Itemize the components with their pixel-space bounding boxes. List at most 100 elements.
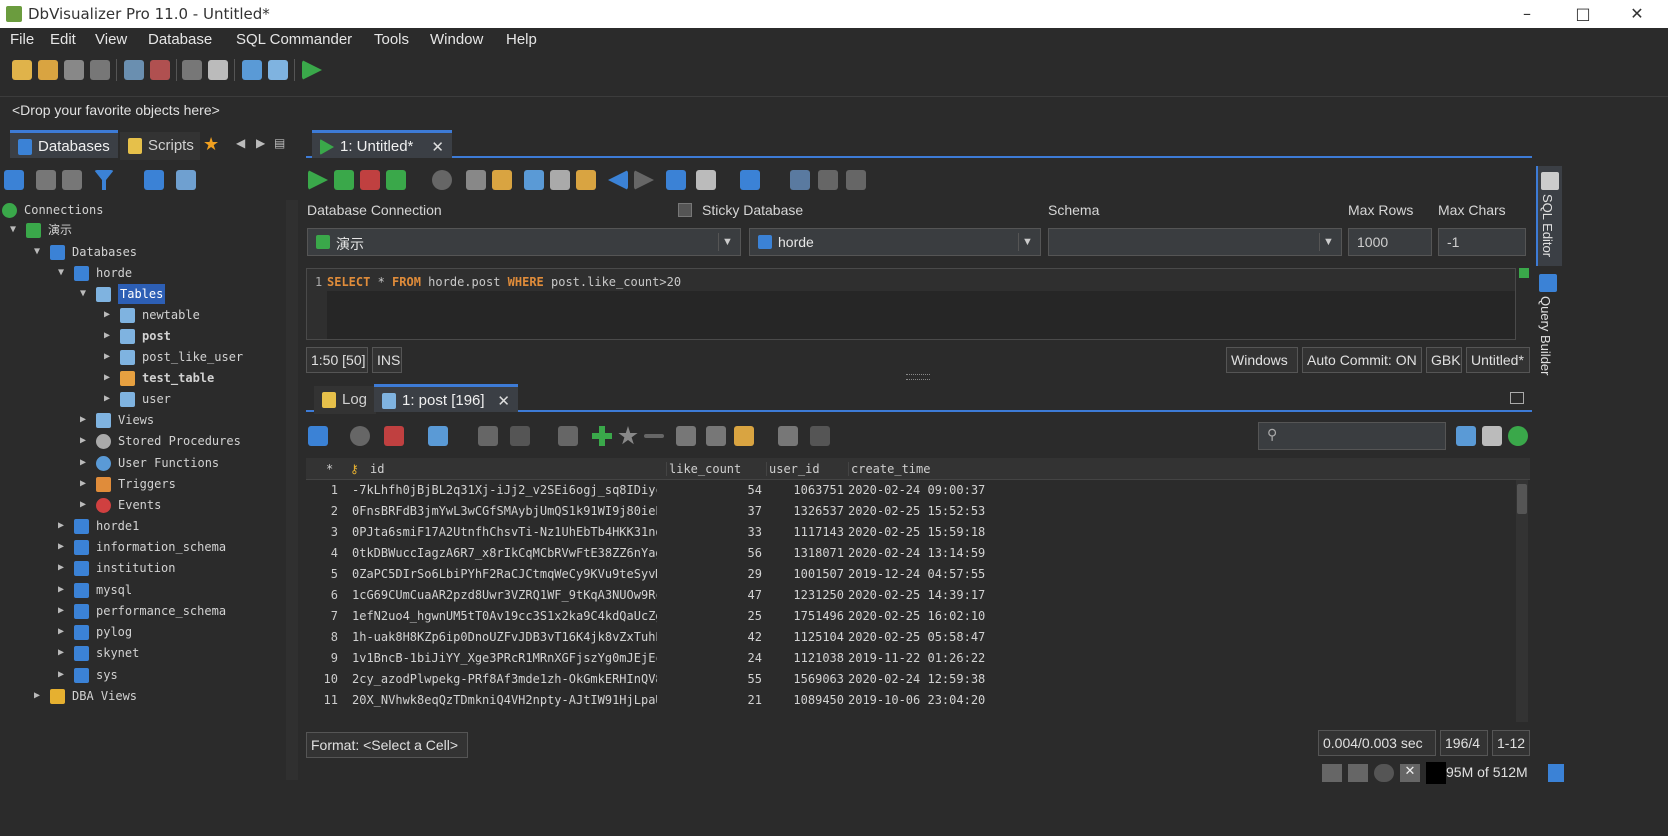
table-cell[interactable]: 55	[666, 669, 762, 690]
database-connection-select[interactable]: 演示 ▼	[307, 228, 741, 256]
table-cell[interactable]: 54	[666, 480, 762, 501]
format-icon[interactable]	[666, 170, 686, 190]
result-search-input[interactable]: ⚲	[1258, 422, 1446, 450]
table-cell[interactable]: 1089450	[766, 690, 844, 711]
minimize-icon[interactable]: –	[1504, 2, 1550, 26]
tab-untitled[interactable]: 1: Untitled* ✕	[312, 130, 452, 158]
table-cell[interactable]: 47	[666, 585, 762, 606]
table-cell[interactable]: 56	[666, 543, 762, 564]
table-cell[interactable]: 0ZaPC5DIrSo6LbiPYhF2RaCJCtmqWeCy9KVu9teS…	[352, 564, 657, 585]
table-cell[interactable]: 1231250	[766, 585, 844, 606]
table-row[interactable]: 6 1cG69CUmCuaAR2pzd8Uwr3VZRQ1WF_9tKqA3NUO…	[306, 585, 1516, 606]
table-cell[interactable]: 2019-10-06 23:04:20	[848, 690, 998, 711]
menu-window[interactable]: Window	[430, 31, 483, 48]
layout-icon[interactable]	[790, 170, 810, 190]
garbage-collect-icon[interactable]	[1548, 764, 1564, 782]
settings-icon[interactable]	[778, 426, 798, 446]
query-builder-side-tab[interactable]: Query Builder	[1536, 272, 1562, 392]
table-cell[interactable]: 0tkDBWuccIagzA6R7_x8rIkCqMCbRVwFtE38ZZ6n…	[352, 543, 657, 564]
table-cell[interactable]: 42	[666, 627, 762, 648]
menu-database[interactable]: Database	[148, 31, 212, 48]
edit-icon[interactable]	[492, 170, 512, 190]
column-header-create-time[interactable]: create_time	[848, 462, 930, 476]
column-header-id[interactable]: id	[370, 462, 384, 476]
table-cell[interactable]: 1125104	[766, 627, 844, 648]
menu-file[interactable]: File	[10, 31, 34, 48]
table-cell[interactable]: 1001507	[766, 564, 844, 585]
table-row[interactable]: 1 -7kLhfh0jBjBL2q31Xj-iJj2_v2SEi6ogj_sq8I…	[306, 480, 1516, 501]
table-row[interactable]: 2 0FnsBRFdB3jmYwL3wCGfSMAybjUmQS1k91WI9j8…	[306, 501, 1516, 522]
folder-icon[interactable]	[62, 170, 82, 190]
max-rows-input[interactable]: 1000	[1348, 228, 1432, 256]
save-all-icon[interactable]	[90, 60, 110, 80]
table-cell[interactable]: 1569063	[766, 669, 844, 690]
table-cell[interactable]: 1cG69CUmCuaAR2pzd8Uwr3VZRQ1WF_9tKqA3NUOw…	[352, 585, 657, 606]
table-cell[interactable]: 2020-02-25 15:52:53	[848, 501, 998, 522]
table-cell[interactable]: 2020-02-25 16:02:10	[848, 606, 998, 627]
table-cell[interactable]: 0FnsBRFdB3jmYwL3wCGfSMAybjUmQS1k91WI9j80…	[352, 501, 657, 522]
schema-select[interactable]: ▼	[1048, 228, 1342, 256]
table-row[interactable]: 10 2cy_azodPlwpekg-PRf8Af3mde1zh-OkGmkERH…	[306, 669, 1516, 690]
menu-tools[interactable]: Tools	[374, 31, 409, 48]
line-ending-button[interactable]: Windows	[1226, 347, 1298, 373]
table-cell[interactable]: 1v1BncB-1biJiYY_Xge3PRcR1MRnXGFjszYg0mJE…	[352, 648, 657, 669]
stop-icon[interactable]	[432, 170, 452, 190]
table-cell[interactable]: 2020-02-24 12:59:38	[848, 669, 998, 690]
table-row[interactable]: 7 1efN2uo4_hgwnUM5tT0Av19cc3S1x2ka9C4kdQa…	[306, 606, 1516, 627]
tab-next-icon[interactable]: ▶	[256, 136, 265, 150]
monitor-icon[interactable]	[268, 60, 288, 80]
scrollbar-thumb[interactable]	[1517, 484, 1527, 514]
restore-panel-icon[interactable]	[1510, 392, 1524, 404]
collapse-icon[interactable]	[144, 170, 164, 190]
tools-icon[interactable]	[208, 60, 228, 80]
table-cell[interactable]: 24	[666, 648, 762, 669]
grid-scrollbar[interactable]	[1516, 480, 1528, 722]
max-chars-input[interactable]: -1	[1438, 228, 1526, 256]
execute-current-icon[interactable]	[334, 170, 354, 190]
open-file-icon[interactable]	[38, 60, 58, 80]
table-row[interactable]: 3 0PJta6smiF17A2UtnfhChsvTi-Nz1UhEbTb4HKK…	[306, 522, 1516, 543]
connect-icon[interactable]	[124, 60, 144, 80]
table-cell[interactable]: 37	[666, 501, 762, 522]
table-cell[interactable]: 1326537	[766, 501, 844, 522]
table-icon[interactable]	[242, 60, 262, 80]
tree-scrollbar[interactable]	[286, 200, 298, 780]
export-icon[interactable]	[384, 426, 404, 446]
tab-log[interactable]: Log	[314, 386, 376, 414]
grid-view-icon[interactable]	[428, 426, 448, 446]
stop-icon[interactable]	[350, 426, 370, 446]
table-cell[interactable]: 2020-02-25 05:58:47	[848, 627, 998, 648]
text-mode-icon[interactable]	[1482, 426, 1502, 446]
menu-help[interactable]: Help	[506, 31, 537, 48]
column-header-like-count[interactable]: like_count	[666, 462, 741, 476]
grid-icon[interactable]	[818, 170, 838, 190]
table-cell[interactable]: 1efN2uo4_hgwnUM5tT0Av19cc3S1x2ka9C4kdQaU…	[352, 606, 657, 627]
table-row[interactable]: 4 0tkDBWuccIagzA6R7_x8rIkCqMCbRVwFtE38ZZ6…	[306, 543, 1516, 564]
copy-icon[interactable]	[550, 170, 570, 190]
refresh-icon[interactable]	[4, 170, 24, 190]
bookmark-icon[interactable]	[182, 60, 202, 80]
splitter-handle[interactable]	[906, 374, 930, 380]
tab-prev-icon[interactable]: ◀	[236, 136, 245, 150]
tab-result-post[interactable]: 1: post [196] ✕	[374, 384, 518, 412]
maximize-icon[interactable]: □	[1560, 2, 1606, 26]
remove-row-icon[interactable]	[644, 434, 664, 438]
execute-explain-icon[interactable]	[386, 170, 406, 190]
encoding-button[interactable]: GBK	[1426, 347, 1462, 373]
status-doc-icon[interactable]	[1348, 764, 1368, 782]
close-icon[interactable]: ✕	[1614, 2, 1660, 26]
favorites-drop-hint[interactable]: <Drop your favorite objects here>	[12, 102, 220, 118]
table-row[interactable]: 11 20X_NVhwk8eqQzTDmkniQ4VH2npty-AJtIW91H…	[306, 690, 1516, 711]
tab-databases[interactable]: Databases	[10, 130, 118, 158]
close-tab-icon[interactable]: ✕	[497, 392, 510, 410]
table-cell[interactable]: 25	[666, 606, 762, 627]
undo-icon[interactable]	[810, 426, 830, 446]
table-cell[interactable]: 2cy_azodPlwpekg-PRf8Af3mde1zh-OkGmkERHIn…	[352, 669, 657, 690]
database-select[interactable]: horde ▼	[749, 228, 1041, 256]
add-row-icon[interactable]	[592, 426, 612, 446]
status-grid-icon[interactable]	[1322, 764, 1342, 782]
sql-editor-side-tab[interactable]: SQL Editor	[1536, 166, 1562, 266]
column-header-user-id[interactable]: user_id	[766, 462, 820, 476]
table-cell[interactable]: 1117143	[766, 522, 844, 543]
table-cell[interactable]: -7kLhfh0jBjBL2q31Xj-iJj2_v2SEi6ogj_sq8ID…	[352, 480, 657, 501]
